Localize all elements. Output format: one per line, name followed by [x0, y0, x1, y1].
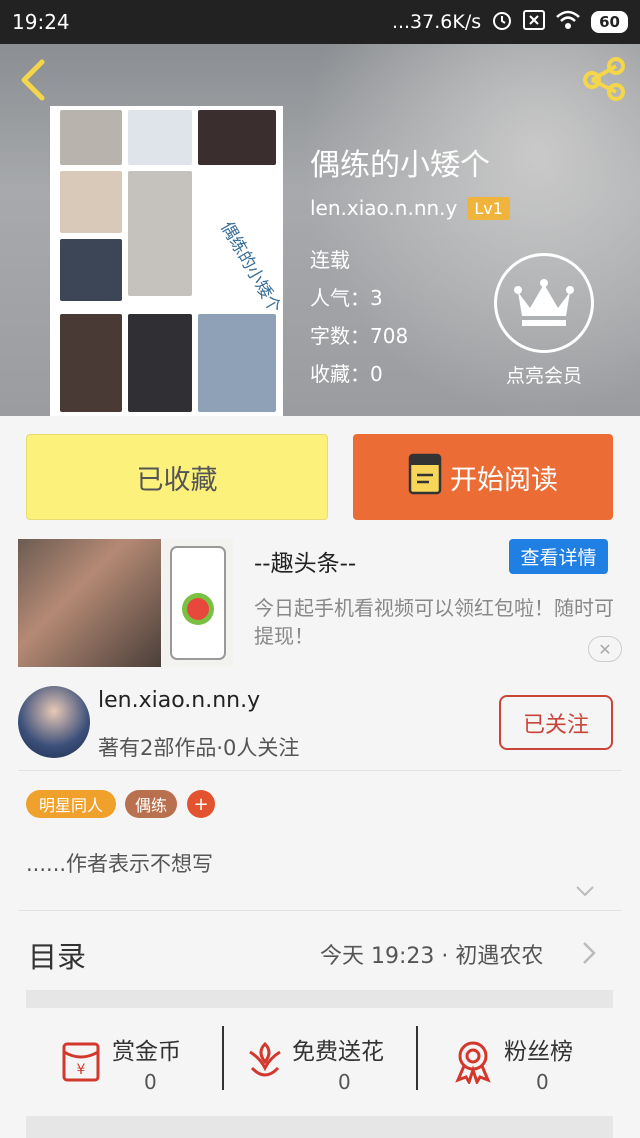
toc-label[interactable]: 目录	[28, 934, 86, 976]
book-cover[interactable]: 偶练的小矮个	[50, 106, 283, 416]
tag-ou-lian[interactable]: 偶练	[125, 790, 177, 818]
crown-icon	[494, 253, 594, 353]
stat-fan-ranking[interactable]: 粉丝榜 0	[418, 1012, 613, 1116]
svg-text:¥: ¥	[77, 1062, 86, 1078]
cover-photo	[60, 314, 122, 412]
start-reading-label: 开始阅读	[450, 464, 558, 496]
stat-label: 粉丝榜	[504, 1039, 573, 1065]
cover-photo	[198, 314, 276, 412]
medal-icon	[450, 1038, 496, 1086]
section-divider	[26, 990, 613, 1008]
vip-button[interactable]: 点亮会员	[493, 253, 595, 388]
add-tag-button[interactable]: +	[187, 790, 215, 818]
network-speed: ...37.6K/s	[391, 11, 482, 33]
share-icon	[583, 57, 625, 101]
toc-latest-chapter[interactable]: 今天 19:23 · 初遇农农	[320, 938, 543, 970]
stat-label: 赏金币	[112, 1039, 181, 1065]
divider	[18, 910, 622, 911]
collected-button[interactable]: 已收藏	[26, 434, 328, 520]
ad-image-phone	[163, 539, 233, 667]
chevron-right-icon[interactable]	[580, 940, 598, 966]
level-badge: Lv1	[467, 196, 510, 220]
wifi-icon	[555, 10, 581, 35]
flower-icon	[242, 1038, 288, 1084]
status-bar: 19:24 ...37.6K/s 60	[0, 0, 640, 44]
stat-reward-coins[interactable]: ¥ 赏金币 0	[26, 1012, 222, 1116]
ad-detail-button[interactable]: 查看详情	[509, 539, 608, 574]
cover-photo	[198, 110, 276, 165]
book-popularity: 人气：3	[310, 286, 383, 310]
ad-title: --趣头条--	[254, 551, 357, 577]
expand-chevron-icon[interactable]	[574, 880, 596, 902]
alarm-icon	[491, 9, 513, 36]
back-button[interactable]	[16, 58, 56, 101]
cover-photo	[128, 110, 192, 165]
stat-free-flowers[interactable]: 免费送花 0	[224, 1012, 416, 1116]
book-favorites: 收藏：0	[310, 362, 383, 386]
cover-photo	[128, 314, 192, 412]
book-summary: ......作者表示不想写	[26, 852, 214, 876]
ad-image	[18, 539, 161, 667]
book-header: 偶练的小矮个 偶练的小矮个 len.xiao.n.nn.y Lv1 连载 人气：…	[0, 44, 640, 416]
ad-description: 今日起手机看视频可以领红包啦！随时可提现！	[254, 596, 614, 648]
book-status: 连载	[310, 248, 350, 272]
cover-photo	[60, 239, 122, 301]
ad-close-icon[interactable]: ✕	[588, 636, 622, 662]
follow-button[interactable]: 已关注	[499, 695, 613, 750]
author-card-name: len.xiao.n.nn.y	[98, 688, 261, 713]
divider	[18, 770, 622, 771]
stat-value: 0	[536, 1070, 549, 1094]
red-envelope-icon: ¥	[58, 1038, 104, 1084]
share-button[interactable]	[580, 54, 628, 102]
author-row: len.xiao.n.nn.y Lv1	[310, 196, 510, 220]
cover-photo	[60, 110, 122, 165]
tag-star-fanfic[interactable]: 明星同人	[26, 790, 116, 818]
stat-value: 0	[144, 1070, 157, 1094]
avatar[interactable]	[18, 686, 90, 758]
cover-photo	[60, 171, 122, 233]
stat-value: 0	[338, 1070, 351, 1094]
sim-icon	[523, 9, 546, 35]
start-reading-button[interactable]: 开始阅读	[353, 434, 613, 520]
cover-title-text: 偶练的小矮个	[216, 218, 283, 317]
author-card[interactable]: len.xiao.n.nn.y 著有2部作品·0人关注 已关注	[0, 684, 640, 770]
battery-indicator: 60	[591, 11, 628, 33]
book-title: 偶练的小矮个	[310, 148, 490, 183]
author-card-subtitle: 著有2部作品·0人关注	[98, 736, 300, 760]
book-icon	[408, 453, 442, 502]
back-arrow-icon	[21, 59, 45, 101]
stats-row: ¥ 赏金币 0 免费送花 0 粉丝榜 0	[26, 1012, 613, 1116]
section-divider	[26, 1116, 613, 1138]
vip-label: 点亮会员	[505, 365, 582, 387]
ad-banner[interactable]: --趣头条-- 查看详情 今日起手机看视频可以领红包啦！随时可提现！ ✕	[0, 536, 640, 670]
book-word-count: 字数：708	[310, 324, 409, 348]
stat-label: 免费送花	[292, 1039, 384, 1065]
cover-photo	[128, 171, 192, 296]
status-time: 19:24	[12, 10, 70, 34]
author-name[interactable]: len.xiao.n.nn.y	[310, 196, 457, 220]
